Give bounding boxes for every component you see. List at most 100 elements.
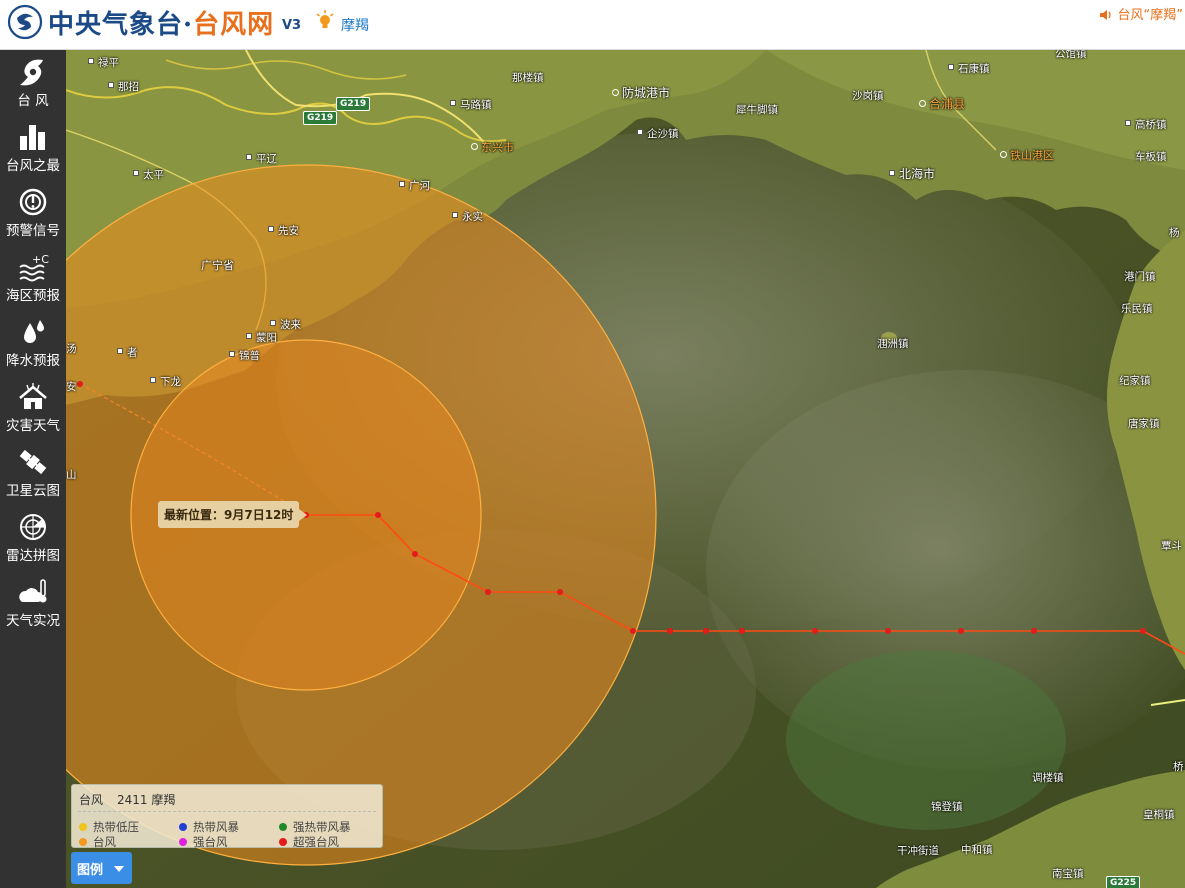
legend-dot [179, 823, 187, 831]
legend-item-td: 热带低压 [79, 819, 139, 835]
active-typhoon-text: 台风“摩羯” [1117, 8, 1183, 23]
place-label: 北海市 [889, 165, 935, 182]
place-label: 那招 [108, 79, 139, 94]
satellite-icon [19, 449, 47, 475]
track-point[interactable] [739, 628, 745, 634]
legend-dot [279, 838, 287, 846]
place-label: 干冲街道 [897, 845, 939, 857]
track-point[interactable] [812, 628, 818, 634]
track-point[interactable] [557, 589, 563, 595]
road-shield: G219 [303, 111, 338, 125]
place-label: 纪家镇 [1119, 375, 1151, 387]
active-typhoon-notice[interactable]: 台风“摩羯” [1099, 4, 1183, 23]
legend-panel: 台风 2411 摩羯 热带低压 热带风暴 强热带风暴 台风 强台风 超强台风 [71, 784, 383, 850]
place-label: 先安 [268, 223, 299, 238]
place-label: 公馆镇 [1055, 50, 1087, 60]
current-storm-link[interactable]: 摩羯 [341, 15, 369, 35]
legend-divider [78, 811, 376, 812]
place-label: 南宝镇 [1052, 868, 1084, 880]
place-label: 桥 [1173, 761, 1184, 773]
track-line [306, 514, 1185, 655]
place-label: 犀牛脚镇 [736, 104, 778, 116]
place-label: 汤 [66, 343, 77, 355]
place-label: 防城港市 [612, 84, 670, 101]
place-label: 禄平 [88, 55, 119, 70]
site-logo-icon[interactable] [7, 4, 43, 40]
place-label: 涠洲镇 [877, 338, 909, 350]
nav-sea-forecast[interactable]: +C 海区预报 [0, 245, 66, 307]
place-label: 锦登镇 [931, 801, 963, 813]
site-title[interactable]: 中央气象台·台风网 [48, 4, 274, 41]
forecast-point[interactable] [77, 381, 83, 387]
legend-typhoon-id: 2411 摩羯 [117, 793, 176, 807]
legend-dot [79, 838, 87, 846]
rain-drop-icon [24, 320, 44, 343]
place-label: 调楼镇 [1032, 772, 1064, 784]
typhoon-track [77, 381, 1185, 655]
bulb-icon [316, 10, 334, 28]
place-label: 安 [66, 381, 77, 393]
sidebar: 台 风 台风之最 预警信号 +C 海区预报 降水预报 灾害天气 卫星云图 雷达拼… [0, 50, 66, 888]
place-label: 合浦县 [919, 95, 965, 112]
place-label: 广宁省 [201, 259, 234, 272]
legend-toggle-button[interactable]: 图例 [71, 852, 132, 884]
track-point[interactable] [885, 628, 891, 634]
track-point[interactable] [412, 551, 418, 557]
nav-satellite[interactable]: 卫星云图 [0, 440, 66, 502]
latest-position-tooltip: 最新位置：9月7日12时 [158, 501, 308, 528]
legend-item-supty: 超强台风 [279, 834, 339, 850]
disaster-house-icon [19, 383, 47, 409]
place-label: 覃斗 [1161, 540, 1182, 552]
sea-forecast-icon: +C [19, 253, 49, 282]
place-label: 太平 [133, 167, 164, 182]
legend-item-ty: 台风 [79, 834, 116, 850]
bar-chart-icon [20, 125, 45, 150]
place-label: 蒙阳 [246, 330, 277, 345]
nav-typhoon-records[interactable]: 台风之最 [0, 115, 66, 177]
road-shield: G219 [336, 97, 371, 111]
place-label: 铁山港区 [1000, 147, 1054, 163]
place-label: 下龙 [150, 374, 181, 389]
legend-item-ts: 热带风暴 [179, 819, 239, 835]
nav-typhoon[interactable]: 台 风 [0, 50, 66, 112]
place-label: 永实 [452, 209, 483, 224]
nav-radar[interactable]: 雷达拼图 [0, 505, 66, 567]
track-point[interactable] [958, 628, 964, 634]
place-label: 广河 [399, 178, 430, 193]
place-label: 石康镇 [948, 61, 990, 76]
warning-signal-icon [19, 188, 47, 216]
place-label: 平辽 [246, 151, 277, 166]
place-label: 唐家镇 [1128, 418, 1160, 430]
legend-dot [79, 823, 87, 831]
track-point[interactable] [667, 628, 673, 634]
place-label: 皇桐镇 [1143, 809, 1175, 821]
legend-dot [179, 838, 187, 846]
track-point[interactable] [703, 628, 709, 634]
site-version: V3 [282, 18, 302, 33]
place-label: 车板镇 [1135, 151, 1167, 163]
track-point[interactable] [485, 589, 491, 595]
place-label: 港门镇 [1124, 271, 1156, 283]
track-point[interactable] [375, 512, 381, 518]
radar-icon [20, 514, 46, 540]
legend-item-sty: 强台风 [179, 834, 228, 850]
weather-thermometer-icon [19, 579, 47, 603]
track-point[interactable] [1140, 628, 1146, 634]
place-label: 东兴市 [471, 139, 514, 155]
track-point[interactable] [1031, 628, 1037, 634]
map-view[interactable]: 禄平 那招 那楼镇 马路镇 防城港市 东兴市 企沙镇 犀牛脚镇 沙岗镇 合浦县 … [66, 50, 1185, 888]
place-label: 马路镇 [450, 97, 492, 112]
nav-weather-observation[interactable]: 天气实况 [0, 570, 66, 632]
place-label: 沙岗镇 [852, 90, 884, 102]
legend-title: 台风 2411 摩羯 [79, 793, 176, 807]
svg-text:+C: +C [32, 253, 49, 266]
legend-item-sts: 强热带风暴 [279, 819, 351, 835]
place-label: 企沙镇 [637, 126, 679, 141]
nav-warning-signal[interactable]: 预警信号 [0, 180, 66, 242]
place-label: 那楼镇 [512, 72, 544, 84]
place-label: 者 [117, 345, 138, 360]
nav-disaster-weather[interactable]: 灾害天气 [0, 375, 66, 437]
track-point[interactable] [630, 628, 636, 634]
place-label: 杨 [1169, 227, 1180, 239]
nav-rain-forecast[interactable]: 降水预报 [0, 310, 66, 372]
